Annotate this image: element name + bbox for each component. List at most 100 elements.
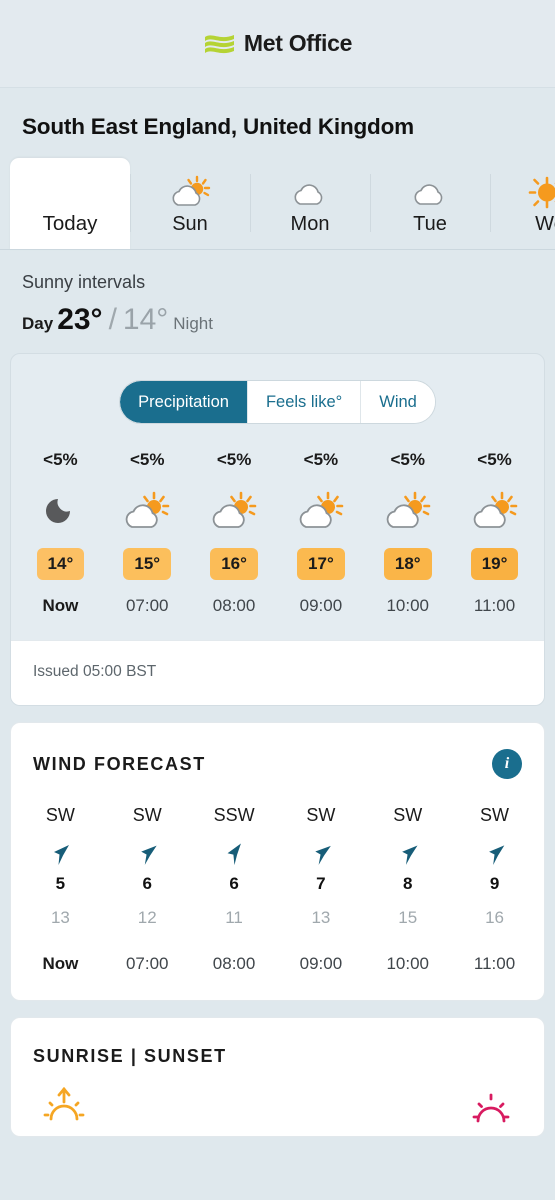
tab-tue[interactable]: Tue [370, 158, 490, 250]
day-temperature: 23° [57, 303, 103, 336]
temperature-chip: 15° [123, 548, 172, 580]
wind-direction-arrow-icon [393, 838, 423, 872]
hour-column[interactable]: <5% 15° 07:00 [104, 450, 191, 632]
sunrise-sunset-title: SUNRISE | SUNSET [33, 1046, 227, 1066]
hour-time: 10:00 [386, 596, 429, 615]
precip-chance: <5% [390, 450, 425, 469]
hour-time: 07:00 [125, 596, 169, 615]
tab-sun[interactable]: Sun [130, 158, 250, 250]
cloud-icon [287, 171, 333, 209]
tab-mon[interactable]: Mon [250, 158, 370, 250]
day-label: Day [22, 314, 54, 333]
wind-direction: SW [306, 805, 336, 825]
temperature-chip: 14° [36, 548, 85, 580]
sun-behind-cloud-icon [384, 488, 432, 534]
sun-behind-cloud-icon [123, 488, 171, 534]
temperature-chip: 19° [470, 548, 519, 580]
wind-direction-arrow-icon [480, 838, 510, 872]
temperature-chip: 18° [383, 548, 432, 580]
wind-gust: 16 [485, 908, 505, 927]
wind-card-header: WIND FORECAST i [11, 723, 544, 783]
precip-chance: <5% [303, 450, 339, 469]
night-label: Night [173, 314, 213, 333]
wind-time: Now [42, 954, 79, 973]
wind-direction-arrow-icon [132, 838, 162, 872]
wind-forecast-card: WIND FORECAST i SW 5 13 Now SW 6 12 07:0… [10, 722, 545, 1001]
day-tabs: Today Sun Mon Tue W [0, 158, 555, 250]
tab-tue-label: Tue [413, 213, 447, 235]
wind-column[interactable]: SW 8 15 10:00 [364, 805, 451, 974]
precip-chance: <5% [129, 450, 165, 469]
forecast-mode-switch: Precipitation Feels like° Wind [11, 354, 544, 428]
wind-column[interactable]: SW 9 16 11:00 [451, 805, 538, 974]
wind-speed: 5 [55, 874, 66, 893]
wind-column[interactable]: SSW 6 11 08:00 [191, 805, 278, 974]
wind-columns: SW 5 13 Now SW 6 12 07:00 SSW 6 11 08:00… [11, 783, 544, 1000]
precip-chance: <5% [477, 450, 512, 469]
hour-time: 09:00 [299, 596, 343, 615]
met-office-weather-app: Met Office South East England, United Ki… [0, 0, 555, 1200]
brand-name: Met Office [243, 30, 353, 56]
hour-column[interactable]: <5% 16° 08:00 [191, 450, 278, 632]
wind-column[interactable]: SW 7 13 09:00 [277, 805, 364, 974]
day-night-temps: Day 23° / 14° Night [22, 303, 555, 337]
wind-direction: SW [45, 805, 75, 825]
wind-time: 10:00 [386, 954, 429, 973]
wind-direction-arrow-icon [45, 838, 75, 872]
wind-direction-arrow-icon [306, 838, 336, 872]
condition-text: Sunny intervals [22, 272, 146, 292]
tab-precipitation[interactable]: Precipitation [120, 381, 247, 423]
wind-column[interactable]: SW 6 12 07:00 [104, 805, 191, 974]
wind-gust: 11 [225, 908, 243, 927]
hour-column[interactable]: <5% 19° 11:00 [451, 450, 538, 632]
wind-column[interactable]: SW 5 13 Now [17, 805, 104, 974]
precip-chance: <5% [43, 450, 78, 469]
hour-time: Now [42, 596, 79, 615]
wind-time: 09:00 [299, 954, 343, 973]
wind-speed: 7 [316, 874, 326, 893]
tab-today[interactable]: Today [10, 158, 130, 250]
wind-gust: 12 [137, 908, 157, 927]
hour-column[interactable]: <5% 18° 10:00 [364, 450, 451, 632]
wind-forecast-title: WIND FORECAST [33, 753, 206, 774]
wind-time: 08:00 [212, 954, 256, 973]
app-header: Met Office [0, 0, 555, 88]
temperature-chip: 16° [210, 548, 258, 580]
wind-gust: 15 [398, 908, 418, 927]
wind-speed: 6 [142, 874, 152, 893]
tabs-underline [0, 249, 555, 250]
sunrise-sunset-row [11, 1067, 544, 1136]
sun-behind-cloud-icon [210, 488, 258, 534]
tab-sun-label: Sun [172, 213, 208, 235]
sun-behind-cloud-icon [471, 488, 519, 534]
sunrise-sunset-header: SUNRISE | SUNSET [11, 1018, 544, 1067]
tab-wind[interactable]: Wind [360, 381, 435, 423]
issued-time: Issued 05:00 BST [11, 640, 544, 705]
night-temperature: 14° [122, 303, 169, 336]
wind-time: 11:00 [473, 954, 516, 973]
wind-direction-arrow-icon [219, 838, 249, 872]
sun-icon [527, 171, 555, 209]
wind-direction: SW [393, 805, 423, 825]
wind-speed: 6 [229, 874, 239, 893]
hourly-columns: <5% 14° Now <5% 15° 07:00 <5% 16° 08:00 … [11, 428, 544, 640]
tab-today-label: Today [42, 212, 98, 235]
hour-column[interactable]: <5% 14° Now [17, 450, 104, 632]
sunrise-icon [41, 1085, 87, 1136]
temp-separator: / [108, 303, 117, 336]
tab-wed[interactable]: We [490, 158, 555, 250]
wind-speed: 8 [402, 874, 413, 893]
wind-direction: SSW [213, 805, 255, 825]
hour-time: 08:00 [212, 596, 256, 615]
sunset-icon [468, 1085, 514, 1136]
cloud-icon [407, 171, 453, 209]
hour-time: 11:00 [473, 596, 516, 615]
met-office-logo[interactable]: Met Office [203, 30, 352, 57]
hour-column[interactable]: <5% 17° 09:00 [277, 450, 364, 632]
tab-feels-like[interactable]: Feels like° [246, 381, 361, 423]
wind-gust: 13 [311, 908, 331, 927]
wind-direction: SW [132, 805, 162, 825]
info-icon[interactable]: i [492, 749, 522, 779]
wind-direction: SW [480, 805, 510, 825]
tab-wed-label: We [535, 213, 555, 235]
